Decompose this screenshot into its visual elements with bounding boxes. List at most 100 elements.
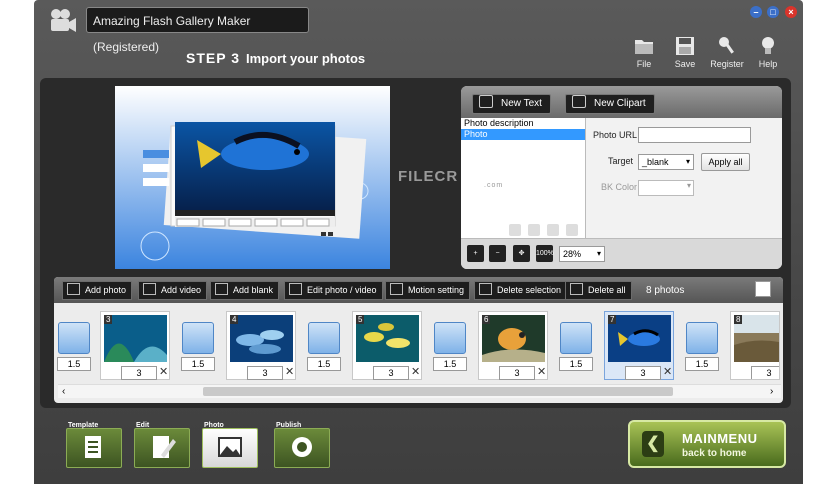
photo-item[interactable]: 8 3 bbox=[730, 311, 780, 380]
nav-photo-label: Photo bbox=[204, 422, 224, 429]
list-item-photo-description[interactable]: Photo description bbox=[461, 118, 585, 129]
gallery-preview[interactable] bbox=[115, 86, 390, 269]
add-video-button[interactable]: Add video bbox=[138, 281, 208, 300]
photo-duration[interactable]: 3 bbox=[751, 366, 779, 379]
help-button[interactable]: Help bbox=[750, 36, 786, 72]
photo-item[interactable]: 3 3 ✕ bbox=[100, 311, 170, 380]
delete-icon[interactable]: ✕ bbox=[537, 366, 546, 378]
watermark-sub: .com bbox=[484, 182, 504, 189]
expand-icon[interactable] bbox=[755, 281, 771, 297]
nav-tab-photo[interactable]: Photo bbox=[202, 420, 258, 468]
close-icon[interactable]: × bbox=[785, 6, 797, 18]
zoom-select[interactable]: 28% ▾ bbox=[559, 246, 605, 262]
transition-duration[interactable]: 1.5 bbox=[307, 357, 341, 371]
step-number: STEP 3 bbox=[186, 50, 240, 66]
photo-number: 5 bbox=[356, 315, 365, 324]
save-label: Save bbox=[674, 59, 696, 69]
scrollbar-thumb[interactable] bbox=[203, 387, 673, 396]
delete-selection-button[interactable]: Delete selection bbox=[474, 281, 568, 300]
delete-icon[interactable]: ✕ bbox=[663, 366, 672, 378]
add-blank-button[interactable]: Add blank bbox=[210, 281, 280, 300]
transition-item[interactable]: 1.5 bbox=[307, 322, 341, 372]
scroll-right-icon[interactable]: › bbox=[770, 385, 773, 398]
save-button[interactable]: Save bbox=[667, 36, 703, 72]
photo-duration[interactable]: 3 bbox=[121, 366, 157, 380]
transition-icon bbox=[434, 322, 466, 354]
add-photo-button[interactable]: Add photo bbox=[62, 281, 133, 300]
new-clipart-button[interactable]: New Clipart bbox=[565, 94, 655, 114]
pan-icon[interactable]: ✥ bbox=[513, 245, 530, 262]
add-blank-icon bbox=[215, 283, 228, 295]
mainmenu-button[interactable]: ❮ MAINMENU back to home bbox=[628, 420, 786, 468]
photo-duration[interactable]: 3 bbox=[247, 366, 283, 380]
delete-all-button[interactable]: Delete all bbox=[565, 281, 632, 300]
new-clipart-label: New Clipart bbox=[594, 98, 646, 109]
text-icon bbox=[479, 95, 493, 108]
bk-color-picker[interactable]: ▾ bbox=[638, 180, 694, 196]
add-photo-label: Add photo bbox=[85, 285, 127, 295]
zoom-in-icon[interactable]: + bbox=[467, 245, 484, 262]
list-item-photo[interactable]: Photo bbox=[461, 129, 585, 140]
photo-icon bbox=[202, 428, 258, 468]
delete-icon[interactable]: ✕ bbox=[411, 366, 420, 378]
photo-item[interactable]: 6 3 ✕ bbox=[478, 311, 548, 380]
transition-icon bbox=[308, 322, 340, 354]
transition-duration[interactable]: 1.5 bbox=[433, 357, 467, 371]
properties-panel: New Text New Clipart Photo description P… bbox=[461, 86, 782, 269]
edit-photo-button[interactable]: Edit photo / video bbox=[284, 281, 383, 300]
scroll-left-icon[interactable]: ‹ bbox=[62, 385, 65, 398]
publish-icon bbox=[274, 428, 330, 468]
transition-item[interactable]: 1.5 bbox=[57, 322, 91, 372]
photo-url-input[interactable] bbox=[638, 127, 751, 143]
photo-duration[interactable]: 3 bbox=[373, 366, 409, 380]
add-video-label: Add video bbox=[161, 285, 202, 295]
register-button[interactable]: Register bbox=[709, 36, 745, 72]
zoom-out-icon[interactable]: − bbox=[489, 245, 506, 262]
key-icon bbox=[719, 37, 734, 54]
transition-duration[interactable]: 1.5 bbox=[559, 357, 593, 371]
photo-duration[interactable]: 3 bbox=[625, 366, 661, 380]
horizontal-scrollbar[interactable]: ‹ › bbox=[58, 384, 781, 398]
transition-icon bbox=[58, 322, 90, 354]
edit-photo-icon bbox=[289, 283, 302, 295]
lightbulb-icon bbox=[762, 37, 774, 54]
trash-icon[interactable] bbox=[566, 224, 578, 236]
transition-item[interactable]: 1.5 bbox=[559, 322, 593, 372]
photo-duration[interactable]: 3 bbox=[499, 366, 535, 380]
delete-icon[interactable]: ✕ bbox=[285, 366, 294, 378]
transition-item[interactable]: 1.5 bbox=[433, 322, 467, 372]
folder-icon bbox=[635, 40, 653, 54]
step-heading: STEP 3 Import your photos bbox=[186, 50, 365, 66]
new-text-button[interactable]: New Text bbox=[472, 94, 551, 114]
zoom-value: 28% bbox=[563, 249, 582, 259]
move-down-icon[interactable] bbox=[528, 224, 540, 236]
nav-tab-edit[interactable]: Edit bbox=[134, 420, 190, 468]
minimize-icon[interactable]: – bbox=[750, 6, 762, 18]
transition-item[interactable]: 1.5 bbox=[685, 322, 719, 372]
delete-icon[interactable]: ✕ bbox=[159, 366, 168, 378]
nav-tab-template[interactable]: Template bbox=[66, 420, 122, 468]
copy-icon[interactable] bbox=[547, 224, 559, 236]
nav-template-label: Template bbox=[68, 422, 99, 429]
watermark: FILECR .com bbox=[398, 168, 503, 189]
photo-item[interactable]: 5 3 ✕ bbox=[352, 311, 422, 380]
photo-item[interactable]: 4 3 ✕ bbox=[226, 311, 296, 380]
photo-url-label: Photo URL bbox=[593, 130, 638, 140]
motion-setting-button[interactable]: Motion setting bbox=[385, 281, 471, 300]
nav-tab-publish[interactable]: Publish bbox=[274, 420, 330, 468]
photo-item-selected[interactable]: 7 3 ✕ bbox=[604, 311, 674, 380]
apply-all-button[interactable]: Apply all bbox=[701, 153, 750, 171]
transition-duration[interactable]: 1.5 bbox=[685, 357, 719, 371]
move-up-icon[interactable] bbox=[509, 224, 521, 236]
transition-item[interactable]: 1.5 bbox=[181, 322, 215, 372]
target-select[interactable]: _blank ▾ bbox=[638, 154, 694, 170]
file-button[interactable]: File bbox=[626, 36, 662, 72]
transition-icon bbox=[182, 322, 214, 354]
transition-duration[interactable]: 1.5 bbox=[57, 357, 91, 371]
edit-icon bbox=[134, 428, 190, 468]
maximize-icon[interactable]: □ bbox=[767, 6, 779, 18]
chevron-down-icon: ▾ bbox=[596, 249, 601, 258]
transition-duration[interactable]: 1.5 bbox=[181, 357, 215, 371]
motion-setting-label: Motion setting bbox=[408, 285, 465, 295]
zoom-100-button[interactable]: 100% bbox=[536, 245, 554, 262]
